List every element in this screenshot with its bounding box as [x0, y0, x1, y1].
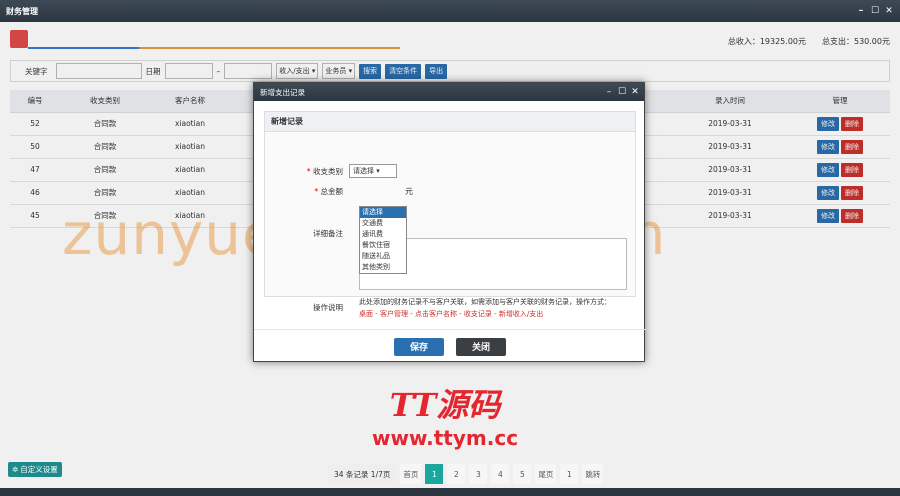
pager-info: 34 条记录 1/7页	[328, 464, 397, 484]
option-item[interactable]: 其他类别	[360, 262, 406, 273]
pagination: 34 条记录 1/7页 首页 1 2 3 4 5 尾页 1 跳转	[328, 464, 604, 484]
amount-label-text: 总金额	[320, 187, 344, 196]
option-item[interactable]: 请选择	[360, 207, 406, 218]
close-button[interactable]: 关闭	[456, 337, 506, 356]
type-label: * 收支类别	[265, 166, 349, 177]
maximize-icon[interactable]: ☐	[617, 87, 627, 97]
pager-jump-input[interactable]: 1	[560, 464, 579, 484]
pager-page[interactable]: 4	[491, 464, 510, 484]
ttym-logo: TT源码	[389, 386, 501, 424]
type-label-text: 收支类别	[313, 166, 343, 176]
remark-label: 详细备注	[313, 229, 343, 238]
add-expense-dialog: 新增支出记录 – ☐ ✕ 新增记录 * 收支类别 请选择 ▾ * 总金额 元 详…	[253, 82, 646, 363]
bottom-bar	[0, 488, 900, 496]
ttym-url: www.ttym.cc	[372, 426, 519, 450]
pager-first[interactable]: 首页	[400, 464, 422, 484]
option-item[interactable]: 交通费	[360, 218, 406, 229]
note-text: 此处添加的财务记录不与客户关联，如需添加与客户关联的财务记录，操作方式：	[359, 298, 611, 306]
ttym-watermark: TT源码 www.ttym.cc	[372, 380, 518, 450]
dialog-title: 新增支出记录	[260, 87, 305, 97]
chevron-down-icon: ▾	[376, 167, 380, 175]
option-item[interactable]: 通讯费	[360, 229, 406, 240]
custom-settings-button[interactable]: ✲ 自定义设置	[8, 462, 62, 477]
row-amount: * 总金额 元	[265, 186, 637, 197]
note-label: 操作说明	[313, 303, 343, 312]
custom-settings-label: 自定义设置	[20, 465, 58, 474]
dialog-form: 新增记录 * 收支类别 请选择 ▾ * 总金额 元 详细备注 操作说明 此处添加…	[264, 111, 637, 318]
type-dropdown-list: 请选择 交通费 通讯费 餐饮住宿 随送礼品 其他类别	[359, 206, 407, 274]
row-type: * 收支类别 请选择 ▾	[265, 164, 637, 178]
pager-page[interactable]: 3	[469, 464, 488, 484]
maximize-icon[interactable]: ☐	[870, 6, 880, 16]
dialog-titlebar: 新增支出记录 – ☐ ✕	[254, 83, 644, 101]
window-controls: – ☐ ✕	[856, 6, 900, 16]
amount-label: * 总金额	[265, 186, 349, 197]
close-icon[interactable]: ✕	[630, 87, 640, 97]
pager-page[interactable]: 1	[425, 464, 444, 484]
window-title: 财务管理	[6, 6, 38, 16]
option-item[interactable]: 餐饮住宿	[360, 240, 406, 251]
form-section-title: 新增记录	[265, 112, 635, 132]
minimize-icon[interactable]: –	[604, 87, 614, 97]
type-select[interactable]: 请选择 ▾	[349, 164, 397, 178]
close-icon[interactable]: ✕	[884, 6, 894, 16]
dialog-controls: – ☐ ✕	[604, 87, 644, 97]
pager-last[interactable]: 尾页	[535, 464, 557, 484]
note-link[interactable]: 桌面 - 客户管理 - 点击客户名称 - 收支记录 - 新增收入/支出	[359, 308, 633, 320]
dialog-footer: 保存 关闭	[254, 329, 646, 363]
pager-page[interactable]: 2	[447, 464, 466, 484]
minimize-icon[interactable]: –	[856, 6, 866, 16]
save-button[interactable]: 保存	[394, 337, 444, 356]
gear-icon: ✲	[12, 465, 19, 474]
type-select-value: 请选择	[353, 167, 374, 175]
window-titlebar: 财务管理 – ☐ ✕	[0, 0, 900, 22]
option-item[interactable]: 随送礼品	[360, 251, 406, 262]
operation-note: 此处添加的财务记录不与客户关联，如需添加与客户关联的财务记录，操作方式： 桌面 …	[359, 296, 633, 320]
pager-page[interactable]: 5	[513, 464, 532, 484]
pager-jump[interactable]: 跳转	[582, 464, 604, 484]
amount-unit: 元	[405, 187, 413, 196]
